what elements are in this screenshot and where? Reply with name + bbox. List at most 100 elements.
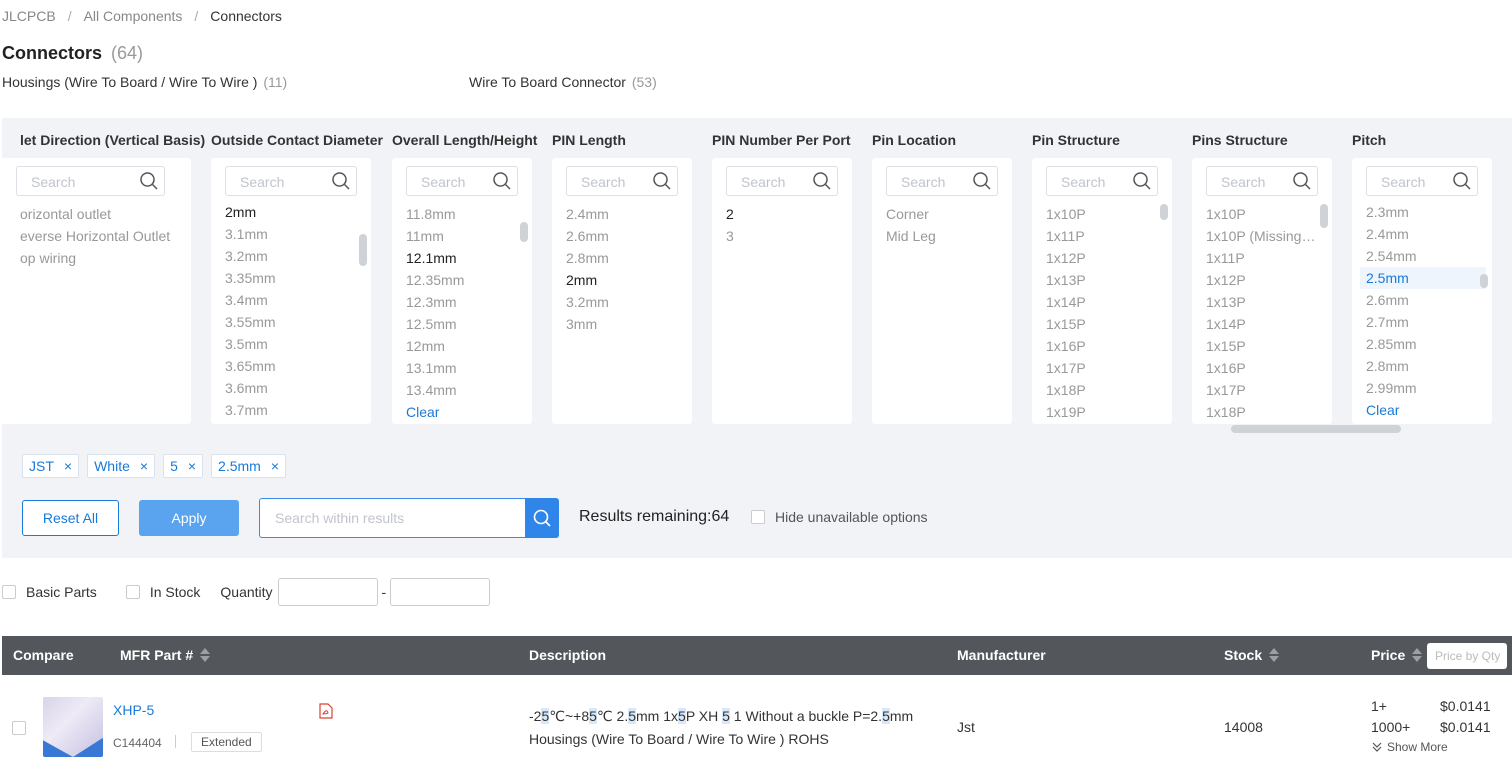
filter-option[interactable]: 2.8mm [566, 247, 684, 269]
filter-search-input[interactable]: Search [566, 166, 678, 196]
subcategory-housings[interactable]: Housings (Wire To Board / Wire To Wire )… [2, 74, 287, 90]
filter-search-input[interactable]: Search [726, 166, 838, 196]
filter-option[interactable]: 1x14P [1206, 313, 1318, 335]
compare-checkbox[interactable] [12, 721, 26, 735]
filter-option[interactable]: 2.3mm [1366, 201, 1484, 223]
filter-option[interactable]: 2.8mm [1366, 355, 1484, 377]
sort-icon[interactable] [200, 648, 211, 662]
in-stock-checkbox[interactable] [125, 585, 140, 599]
filter-scrollbar[interactable] [1160, 204, 1168, 220]
search-icon[interactable] [331, 171, 351, 191]
pdf-icon[interactable] [319, 703, 333, 719]
filter-search-input[interactable]: Search [406, 166, 518, 196]
search-icon[interactable] [1292, 171, 1312, 191]
breadcrumb-root[interactable]: JLCPCB [2, 8, 56, 24]
filter-search-input[interactable]: Search [1366, 166, 1478, 196]
filter-option[interactable]: 12.5mm [406, 313, 524, 335]
column-mfr-part[interactable]: MFR Part # [120, 647, 211, 663]
search-icon[interactable] [652, 171, 672, 191]
close-icon[interactable]: × [64, 455, 72, 477]
apply-button[interactable]: Apply [139, 500, 239, 536]
filter-option[interactable]: 1x19P [1046, 401, 1164, 423]
filter-option[interactable]: 1x18P [1046, 379, 1164, 401]
filter-option[interactable]: 2.4mm [566, 203, 684, 225]
filter-clear-link[interactable]: Clear [406, 401, 524, 423]
filter-option[interactable]: 1x11P [1206, 247, 1318, 269]
breadcrumb-all-components[interactable]: All Components [84, 8, 183, 24]
search-icon[interactable] [812, 171, 832, 191]
filter-option[interactable]: orizontal outlet [20, 203, 183, 225]
filter-option[interactable]: 3.2mm [566, 291, 684, 313]
basic-parts-option[interactable]: Basic Parts [2, 584, 97, 600]
filter-option[interactable]: 3mm [566, 313, 684, 335]
filter-option[interactable]: 1x10P [1046, 203, 1164, 225]
filter-option[interactable]: 1x13P [1046, 269, 1164, 291]
filter-option[interactable]: 12.1mm [406, 247, 524, 269]
filter-option[interactable]: Corner [886, 203, 1004, 225]
filter-option[interactable]: 1x14P [1046, 291, 1164, 313]
hide-unavailable-checkbox[interactable] [751, 510, 765, 524]
filter-option[interactable]: 1x16P [1206, 357, 1318, 379]
filter-option[interactable]: 2.99mm [1366, 377, 1484, 399]
filter-search-input[interactable]: Search [1206, 166, 1318, 196]
filter-option[interactable]: everse Horizontal Outlet [20, 225, 183, 247]
search-within-results-input[interactable]: Search within results [259, 498, 526, 538]
filter-option[interactable]: 12mm [406, 335, 524, 357]
filter-option[interactable]: 11.8mm [406, 203, 524, 225]
column-stock[interactable]: Stock [1224, 647, 1280, 663]
filter-option[interactable]: 13.1mm [406, 357, 524, 379]
hide-unavailable-option[interactable]: Hide unavailable options [751, 509, 928, 525]
filter-option[interactable]: 3.65mm [225, 355, 363, 377]
filter-option[interactable]: 2mm [566, 269, 684, 291]
filter-option[interactable]: 3.35mm [225, 267, 363, 289]
filter-option[interactable]: 3.1mm [225, 223, 363, 245]
filter-search-input[interactable]: Search [1046, 166, 1158, 196]
filter-scrollbar[interactable] [520, 222, 528, 242]
filter-option[interactable]: 1x12P [1206, 269, 1318, 291]
filter-option[interactable]: 3.6mm [225, 377, 363, 399]
filter-option[interactable]: 13.4mm [406, 379, 524, 401]
close-icon[interactable]: × [271, 455, 279, 477]
part-thumbnail[interactable] [43, 697, 103, 757]
filter-option[interactable]: 2 [726, 203, 844, 225]
quantity-max-input[interactable] [390, 578, 491, 606]
close-icon[interactable]: × [188, 455, 196, 477]
basic-parts-checkbox[interactable] [2, 585, 16, 599]
filter-option[interactable]: 1x17P [1046, 357, 1164, 379]
filter-search-input[interactable]: Search [225, 166, 357, 196]
filter-option[interactable]: 3.7mm [225, 399, 363, 421]
filter-option[interactable]: 1x15P [1206, 335, 1318, 357]
filter-scrollbar[interactable] [359, 234, 367, 266]
filter-scrollbar[interactable] [1320, 204, 1328, 228]
in-stock-option[interactable]: In Stock [125, 584, 200, 600]
filter-option[interactable]: 2mm [225, 201, 363, 223]
filter-option[interactable]: 1x18P [1206, 401, 1318, 423]
search-icon[interactable] [1132, 171, 1152, 191]
close-icon[interactable]: × [140, 455, 148, 477]
search-icon[interactable] [1452, 171, 1472, 191]
search-icon[interactable] [492, 171, 512, 191]
filter-option[interactable]: 12.3mm [406, 291, 524, 313]
filter-option[interactable]: 3.5mm [225, 333, 363, 355]
filter-option[interactable]: 1x11P [1046, 225, 1164, 247]
price-by-qty-input[interactable]: Price by Qty [1427, 643, 1507, 669]
search-button[interactable] [525, 498, 559, 538]
filter-option[interactable]: op wiring [20, 247, 183, 269]
filter-option[interactable]: 2.6mm [1366, 289, 1484, 311]
filter-option[interactable]: 2.85mm [1366, 333, 1484, 355]
filter-option[interactable]: 1x10P (Missing Pin) [1206, 225, 1318, 247]
filter-option[interactable]: 2.7mm [1366, 311, 1484, 333]
quantity-min-input[interactable] [277, 578, 378, 606]
sort-icon[interactable] [1412, 648, 1423, 662]
filter-option[interactable]: 1x13P [1206, 291, 1318, 313]
reset-all-button[interactable]: Reset All [22, 500, 119, 536]
column-price[interactable]: Price [1371, 647, 1423, 663]
filter-option[interactable]: 3.2mm [225, 245, 363, 267]
filter-horizontal-scrollbar[interactable] [1231, 425, 1401, 433]
show-more-link[interactable]: Show More [1371, 740, 1448, 754]
filter-option[interactable]: 2.54mm [1366, 245, 1484, 267]
filter-option[interactable]: 1x17P [1206, 379, 1318, 401]
filter-option[interactable]: 3.55mm [225, 311, 363, 333]
filter-option[interactable]: 1x16P [1046, 335, 1164, 357]
filter-option[interactable]: 2.4mm [1366, 223, 1484, 245]
